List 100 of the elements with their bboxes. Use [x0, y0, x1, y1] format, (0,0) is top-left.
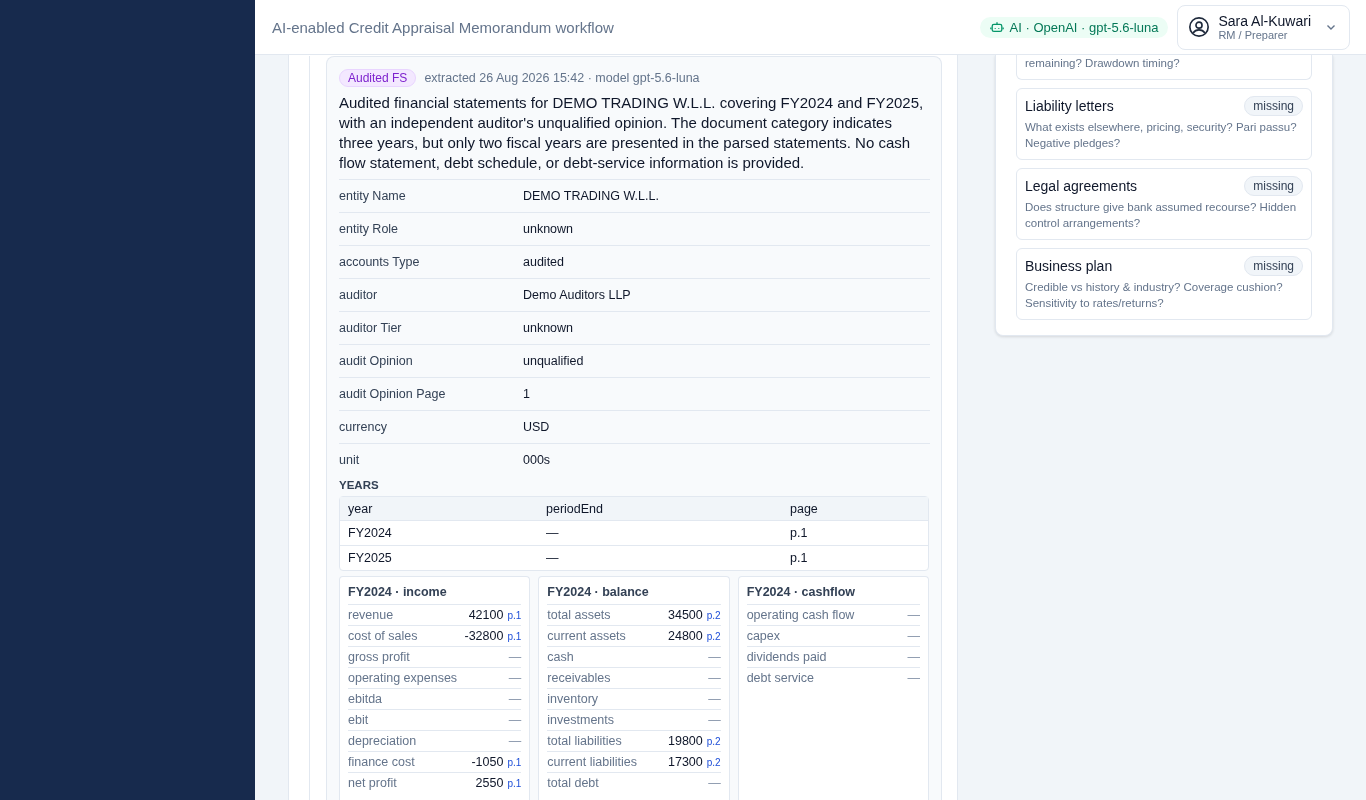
line-item-value: 24800: [668, 629, 703, 643]
line-item-value: —: [708, 671, 721, 685]
line-item-label: current assets: [547, 629, 626, 643]
section-heading: YEARS: [339, 479, 380, 491]
page-reference: p.2: [706, 631, 721, 642]
line-item-label: dividends paid: [746, 650, 827, 664]
statement-title: FY2024 · cashflow: [746, 585, 857, 601]
line-item-value: —: [508, 713, 522, 727]
user-menu-button[interactable]: Sara Al-Kuwari RM / Preparer: [1177, 4, 1350, 50]
line-item-value: —: [708, 692, 721, 706]
user-name: Sara Al-Kuwari: [1218, 13, 1311, 29]
page-reference: p.2: [706, 757, 721, 768]
statement-title: FY2024 · balance: [547, 585, 650, 601]
item-title: Legal agreements: [1025, 178, 1138, 194]
field-value: audited: [523, 255, 564, 269]
line-item-label: operating cash flow: [746, 608, 855, 622]
line-item-label: debt service: [746, 671, 815, 685]
field-label: audit Opinion Page: [339, 387, 447, 401]
page-reference: p.1: [507, 757, 522, 768]
page-reference: p.1: [507, 778, 522, 789]
line-item-label: depreciation: [348, 734, 417, 748]
table-cell: FY2025: [340, 545, 538, 570]
line-item-value: 19800: [668, 734, 703, 748]
line-item-label: capex: [746, 629, 780, 643]
line-item-label: investments: [547, 713, 615, 727]
page-reference: p.2: [706, 610, 721, 621]
user-role: RM / Preparer: [1218, 29, 1289, 41]
line-item-value: —: [708, 650, 721, 664]
field-value: USD: [523, 420, 550, 434]
line-item-value: 42100: [468, 608, 504, 622]
field-label: currency: [339, 420, 388, 434]
field-value: unknown: [523, 321, 574, 335]
field-value: Demo Auditors LLP: [523, 288, 631, 302]
page-reference: p.1: [507, 631, 522, 642]
status-badge: missing: [1244, 96, 1303, 116]
statement-title: FY2024 · income: [348, 585, 448, 601]
item-title: Business plan: [1025, 258, 1113, 274]
status-badge: missing: [1244, 256, 1303, 276]
table-cell: FY2024: [340, 520, 538, 545]
field-label: unit: [339, 453, 361, 467]
field-value: 1: [523, 387, 530, 401]
line-item-label: total debt: [547, 776, 599, 790]
page-reference: p.2: [706, 736, 721, 747]
column-header: year: [340, 497, 538, 520]
table-cell: —: [538, 545, 782, 570]
page-title: AI-enabled Credit Appraisal Memorandum workflow: [272, 18, 615, 36]
field-value: 000s: [523, 453, 551, 467]
field-label: entity Role: [339, 222, 400, 236]
item-description: Credible vs history & industry? Coverage cushion? Sensitivity to rates/returns?: [1025, 280, 1284, 311]
line-item-label: operating expenses: [348, 671, 458, 685]
field-label: accounts Type: [339, 255, 421, 269]
table-cell: —: [538, 520, 782, 545]
ai-model-badge: AI · OpenAI · gpt-5.6-luna: [979, 16, 1169, 38]
line-item-label: ebitda: [348, 692, 383, 706]
column-header: periodEnd: [538, 497, 782, 520]
item-description: remaining? Drawdown timing?: [1025, 56, 1181, 71]
table-cell: p.1: [782, 545, 928, 570]
field-value: unqualified: [523, 354, 584, 368]
item-description: Does structure give bank assumed recourse? Hidden control arrangements?: [1025, 200, 1298, 231]
document-type-tag: Audited FS: [339, 69, 417, 87]
table-cell: p.1: [782, 520, 928, 545]
page-reference: p.1: [507, 610, 522, 621]
field-value: DEMO TRADING W.L.L.: [523, 189, 659, 203]
line-item-value: —: [708, 776, 721, 790]
line-item-value: -32800: [464, 629, 504, 643]
field-label: auditor Tier: [339, 321, 403, 335]
line-item-label: total assets: [547, 608, 611, 622]
line-item-value: —: [508, 671, 522, 685]
field-label: auditor: [339, 288, 379, 302]
line-item-label: cash: [547, 650, 574, 664]
line-item-label: inventory: [547, 692, 599, 706]
line-item-value: —: [907, 671, 920, 685]
status-badge: missing: [1244, 176, 1303, 196]
line-item-value: —: [907, 629, 920, 643]
line-item-value: —: [907, 650, 920, 664]
line-item-value: —: [907, 608, 920, 622]
line-item-value: 2550: [475, 776, 504, 790]
line-item-label: current liabilities: [547, 755, 637, 769]
line-item-value: —: [508, 734, 522, 748]
line-item-value: 34500: [668, 608, 703, 622]
line-item-label: total liabilities: [547, 734, 622, 748]
line-item-value: —: [708, 713, 721, 727]
line-item-label: cost of sales: [348, 629, 418, 643]
item-description: What exists elsewhere, pricing, security? Pari passu? Negative pledges?: [1025, 120, 1298, 151]
document-summary: Audited financial statements for DEMO TRADING W.L.L. covering FY2024 and FY2025, with an independent auditor's unqualified opinion. The document category indicates three years, but only two fiscal years are presented in the parsed statements. No cash flow statement, debt schedule, or debt-service information is provided.: [339, 93, 925, 173]
field-label: entity Name: [339, 189, 407, 203]
field-label: audit Opinion: [339, 354, 414, 368]
item-title: Liability letters: [1025, 98, 1114, 114]
line-item-value: -1050: [471, 755, 504, 769]
field-value: unknown: [523, 222, 574, 236]
line-item-value: 17300: [668, 755, 703, 769]
line-item-label: gross profit: [348, 650, 410, 664]
line-item-label: receivables: [547, 671, 611, 685]
user-icon: [1188, 16, 1211, 38]
line-item-value: —: [508, 650, 522, 664]
line-item-label: finance cost: [348, 755, 415, 769]
line-item-value: —: [508, 692, 522, 706]
line-item-label: net profit: [348, 776, 397, 790]
line-item-label: ebit: [348, 713, 369, 727]
line-item-label: revenue: [348, 608, 394, 622]
